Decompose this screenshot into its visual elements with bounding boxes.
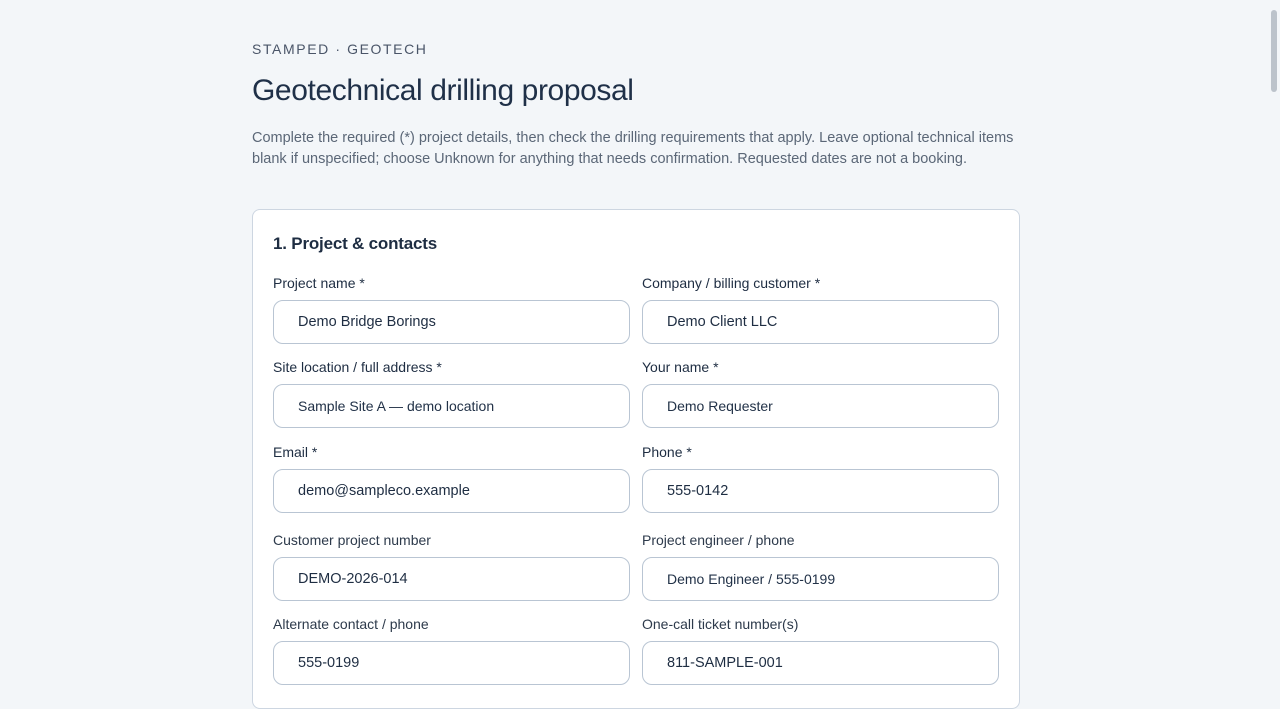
alternate-contact-label: Alternate contact / phone <box>273 616 429 632</box>
project-name-input[interactable]: Demo Bridge Borings <box>273 300 630 344</box>
alternate-contact-input[interactable]: 555-0199 <box>273 641 630 685</box>
brand-eyebrow: STAMPED · GEOTECH <box>252 41 428 57</box>
phone-label: Phone * <box>642 444 692 460</box>
page-scrollbar[interactable] <box>1268 0 1280 656</box>
your-name-label: Your name * <box>642 359 719 375</box>
customer-project-number-field: Customer project number DEMO-2026-014 <box>273 532 630 601</box>
one-call-ticket-input[interactable]: 811-SAMPLE-001 <box>642 641 999 685</box>
one-call-ticket-field: One-call ticket number(s) 811-SAMPLE-001 <box>642 616 999 685</box>
site-location-field: Site location / full address * Sample Si… <box>273 359 630 428</box>
alternate-contact-field: Alternate contact / phone 555-0199 <box>273 616 630 685</box>
project-engineer-input[interactable]: Demo Engineer / 555-0199 <box>642 557 999 601</box>
project-engineer-field: Project engineer / phone Demo Engineer /… <box>642 532 999 601</box>
customer-project-number-label: Customer project number <box>273 532 431 548</box>
company-input[interactable]: Demo Client LLC <box>642 300 999 344</box>
section-title: 1. Project & contacts <box>273 234 437 253</box>
your-name-field: Your name * Demo Requester <box>642 359 999 428</box>
phone-field: Phone * 555-0142 <box>642 444 999 513</box>
site-location-input[interactable]: Sample Site A — demo location <box>273 384 630 428</box>
company-label: Company / billing customer * <box>642 275 821 291</box>
project-name-field: Project name * Demo Bridge Borings <box>273 275 630 344</box>
company-field: Company / billing customer * Demo Client… <box>642 275 999 344</box>
intro-text: Complete the required (*) project detail… <box>252 130 1014 167</box>
phone-input[interactable]: 555-0142 <box>642 469 999 513</box>
email-label: Email * <box>273 444 318 460</box>
page-title: Geotechnical drilling proposal <box>252 74 634 107</box>
project-engineer-label: Project engineer / phone <box>642 532 795 548</box>
customer-project-number-input[interactable]: DEMO-2026-014 <box>273 557 630 601</box>
email-input[interactable]: demo@sampleco.example <box>273 469 630 513</box>
project-name-label: Project name * <box>273 275 365 291</box>
scrollbar-thumb[interactable] <box>1271 10 1277 92</box>
email-field: Email * demo@sampleco.example <box>273 444 630 513</box>
site-location-label: Site location / full address * <box>273 359 442 375</box>
section-project-contacts: 1. Project & contacts Project name * Dem… <box>252 209 1020 709</box>
your-name-input[interactable]: Demo Requester <box>642 384 999 428</box>
one-call-ticket-label: One-call ticket number(s) <box>642 616 799 632</box>
